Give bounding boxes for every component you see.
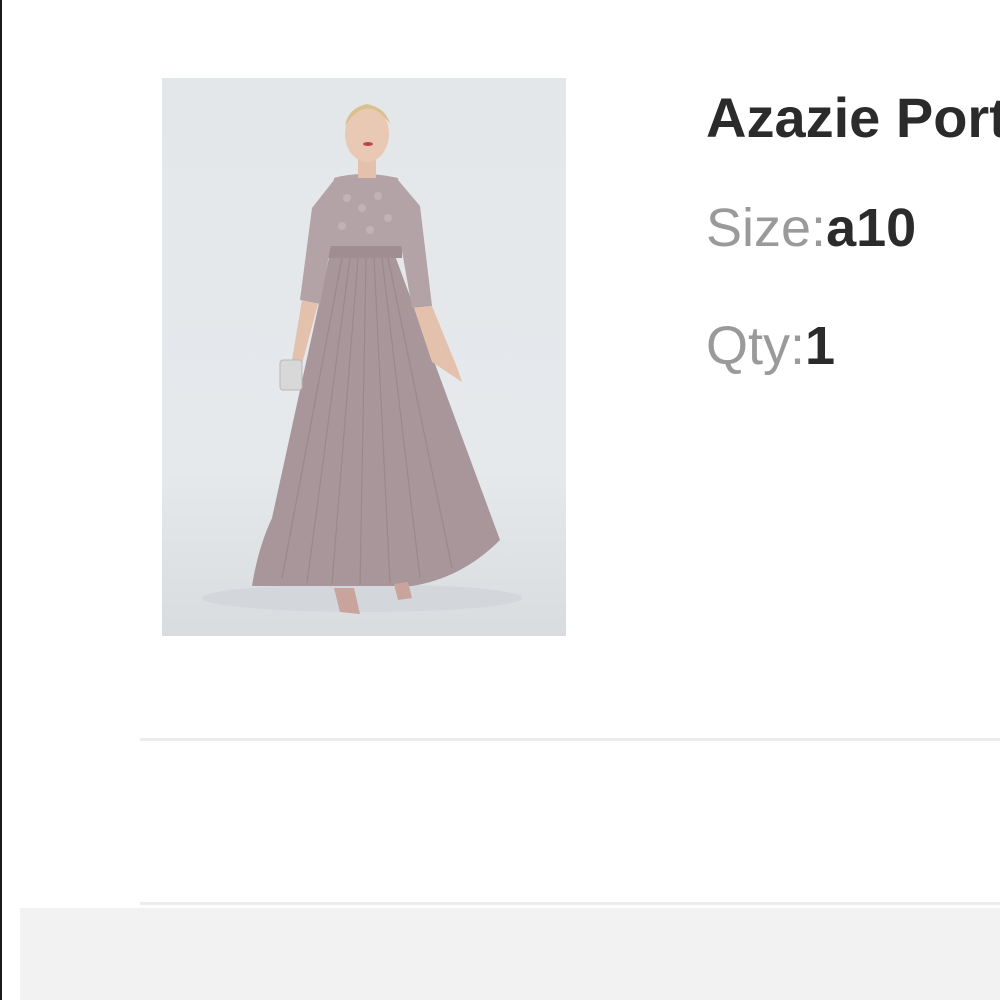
product-image[interactable] — [162, 78, 566, 636]
size-row: Size:a10 — [706, 196, 1000, 260]
size-value: a10 — [826, 198, 917, 258]
dress-photo — [202, 104, 522, 614]
section-divider-bottom — [140, 902, 1000, 905]
footer-panel — [20, 908, 1000, 1000]
product-title[interactable]: Azazie Portia — [706, 84, 1000, 152]
qty-label: Qty: — [706, 316, 806, 376]
section-divider — [140, 738, 1000, 741]
window-edge — [0, 0, 2, 1000]
size-label: Size: — [706, 198, 827, 258]
qty-row: Qty:1 — [706, 314, 1000, 378]
order-item-page: Azazie Portia Size:a10 Qty:1 — [0, 0, 1000, 1000]
qty-value: 1 — [805, 316, 836, 376]
product-details: Azazie Portia Size:a10 Qty:1 — [706, 84, 1000, 378]
